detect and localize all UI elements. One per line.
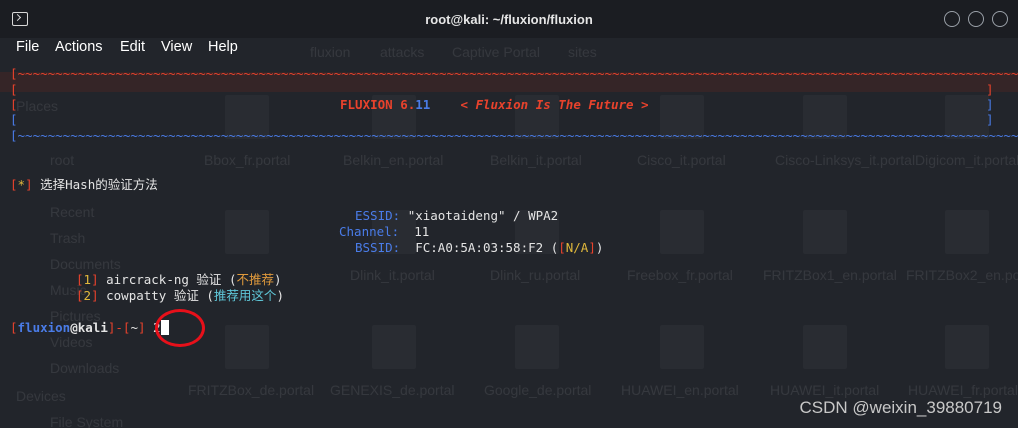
prompt-header: [*] 选择Hash的验证方法 [10, 177, 158, 192]
terminal-window: Edit View Go Bookmarks Help fluxion atta… [0, 0, 1018, 428]
channel-label: Channel: [339, 224, 400, 239]
app-version: 11 [415, 97, 431, 112]
prompt-marker: * [17, 177, 26, 192]
prompt-dir: ~ [130, 320, 138, 335]
banner-edge: [ [10, 82, 18, 97]
terminal-output[interactable]: [~~~~~~~~~~~~~~~~~~~~~~~~~~~~~~~~~~~~~~~… [0, 62, 1018, 428]
shell-prompt[interactable]: [fluxion@kali]-[~] 2 [10, 320, 169, 336]
menu-help[interactable]: Help [208, 39, 238, 55]
minimize-button[interactable] [944, 11, 960, 27]
banner-edge: [ [10, 97, 18, 112]
bssid-value: FC:A0:5A:03:58:F2 [415, 240, 544, 255]
option-number: 1 [83, 272, 92, 287]
option-name: aircrack-ng 验证 [106, 272, 222, 287]
window-title: root@kali: ~/fluxion/fluxion [425, 12, 593, 27]
title-bar[interactable]: root@kali: ~/fluxion/fluxion [0, 0, 1018, 38]
highlight-circle-annotation [155, 309, 205, 347]
channel-value: 11 [414, 224, 430, 239]
banner-bottom-border: [~~~~~~~~~~~~~~~~~~~~~~~~~~~~~~~~~~~~~~~… [10, 128, 1018, 143]
prompt-header-text: 选择Hash的验证方法 [40, 177, 158, 192]
banner-edge: [ [10, 112, 18, 127]
banner-edge: ] [986, 97, 994, 112]
channel-row: Channel: 11 [339, 224, 429, 240]
menu-actions[interactable]: Actions [55, 39, 103, 55]
slogan: < Fluxion Is The Future > [460, 97, 649, 112]
bssid-row: BSSID: FC:A0:5A:03:58:F2 ([N/A]) [355, 240, 604, 255]
menu-bar: File Actions Edit View Help [0, 38, 1018, 58]
option-1[interactable]: [1] aircrack-ng 验证 (不推荐) [76, 272, 282, 288]
prompt-host: kali [77, 320, 108, 335]
watermark: CSDN @weixin_39880719 [799, 398, 1002, 417]
option-name: cowpatty 验证 [106, 288, 199, 303]
prompt-user: fluxion [17, 320, 71, 335]
fluxion-banner-title: FLUXION 6.11 < Fluxion Is The Future > [340, 97, 649, 112]
option-note: 不推荐 [236, 272, 275, 287]
banner-edge: ] [986, 82, 994, 97]
menu-file[interactable]: File [16, 39, 39, 55]
app-name: FLUXION 6. [340, 97, 416, 112]
menu-view[interactable]: View [161, 39, 192, 55]
banner-top-border: [~~~~~~~~~~~~~~~~~~~~~~~~~~~~~~~~~~~~~~~… [10, 66, 1018, 81]
banner-edge: ] [986, 112, 994, 127]
bssid-label: BSSID: [355, 240, 401, 255]
close-button[interactable] [992, 11, 1008, 27]
menu-edit[interactable]: Edit [120, 39, 145, 55]
bssid-vendor: N/A [565, 240, 589, 255]
essid-row: ESSID: "xiaotaideng" / WPA2 [355, 208, 558, 224]
option-2[interactable]: [2] cowpatty 验证 (推荐用这个) [76, 288, 284, 304]
essid-value: "xiaotaideng" / WPA2 [407, 208, 559, 223]
option-number: 2 [83, 288, 92, 303]
option-note: 推荐用这个 [213, 288, 277, 303]
maximize-button[interactable] [968, 11, 984, 27]
essid-label: ESSID: [355, 208, 401, 223]
